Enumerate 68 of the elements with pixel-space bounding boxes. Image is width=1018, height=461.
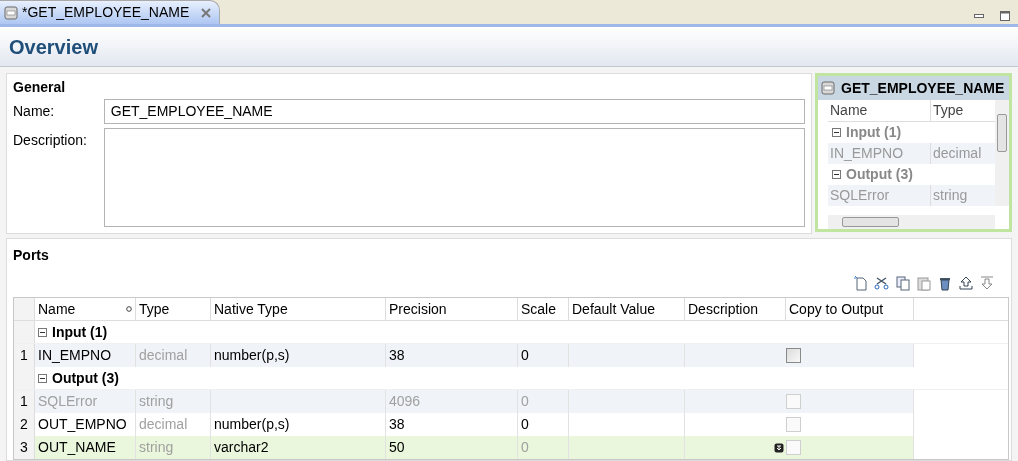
- table-cell-text: OUT_EMPNO: [38, 415, 127, 434]
- port-name: SQLError: [829, 186, 891, 205]
- paste-icon[interactable]: [916, 275, 932, 291]
- row-number: 1: [20, 346, 28, 365]
- dropdown-icon[interactable]: [774, 442, 784, 453]
- row-number: 1: [20, 392, 28, 411]
- table-cell-text: SQLError: [38, 392, 98, 411]
- collapse-icon[interactable]: [832, 170, 841, 179]
- table-cell-text: number(p,s): [214, 415, 290, 434]
- table-cell-text: 38: [389, 346, 405, 365]
- table-cell-text: 38: [389, 415, 405, 434]
- table-cell-text: varchar2: [214, 438, 269, 457]
- new-item-icon[interactable]: [853, 275, 869, 291]
- row-number: 2: [20, 415, 28, 434]
- close-icon[interactable]: [201, 7, 212, 18]
- table-cell-text: IN_EMPNO: [38, 346, 112, 365]
- collapse-icon[interactable]: [832, 128, 841, 137]
- table-cell-text: string: [139, 438, 174, 457]
- delete-icon[interactable]: [937, 275, 953, 291]
- column-header[interactable]: Type: [136, 298, 211, 320]
- table-cell-text: 0: [521, 415, 529, 434]
- column-header[interactable]: Precision: [386, 298, 518, 320]
- description-field[interactable]: [103, 128, 805, 227]
- section-heading: General: [13, 78, 67, 97]
- copy-icon[interactable]: [895, 275, 911, 291]
- move-up-icon[interactable]: [958, 275, 974, 291]
- name-field[interactable]: GET_EMPLOYEE_NAME: [103, 98, 805, 124]
- table-cell-text: OUT_NAME: [38, 438, 116, 457]
- row-number: 3: [20, 438, 28, 457]
- tab-title: *GET_EMPLOYEE_NAME: [22, 3, 190, 22]
- cut-icon[interactable]: [874, 275, 890, 291]
- column-header[interactable]: Native Type: [211, 298, 386, 320]
- column-header[interactable]: Default Value: [569, 298, 685, 320]
- field-label: Name:: [13, 101, 56, 121]
- column-header[interactable]: Name: [35, 298, 136, 320]
- editor-tab[interactable]: *GET_EMPLOYEE_NAME: [0, 0, 220, 24]
- table-cell-text: 0: [521, 392, 529, 411]
- port-row[interactable]: 1 IN_EMPNO decimal number(p,s) 38 0: [14, 344, 1008, 367]
- table-cell-text: string: [139, 392, 174, 411]
- port-row[interactable]: 3 OUT_NAME string varchar2 50 0: [14, 436, 1008, 459]
- checkbox[interactable]: [786, 348, 801, 363]
- group-label: Output (3): [846, 165, 913, 184]
- minimize-icon[interactable]: [974, 13, 984, 19]
- page-title: Overview: [9, 34, 98, 60]
- table-cell-text: 0: [521, 346, 529, 365]
- table-cell-text: decimal: [139, 415, 188, 434]
- collapse-icon[interactable]: [38, 327, 47, 337]
- table-cell-text: 0: [521, 438, 529, 457]
- table-cell-text: 50: [389, 438, 405, 457]
- horizontal-scrollbar[interactable]: [828, 215, 995, 229]
- table-cell-text: number(p,s): [214, 346, 290, 365]
- vertical-scrollbar[interactable]: [995, 100, 1009, 206]
- group-label: Input (1): [52, 322, 108, 342]
- field-label: Description:: [13, 131, 88, 150]
- column-header[interactable]: Name: [828, 100, 930, 121]
- column-header[interactable]: Copy to Output: [786, 298, 914, 320]
- maximize-icon[interactable]: [1000, 11, 1010, 21]
- table-cell-text: decimal: [139, 346, 188, 365]
- group-label: Output (3): [52, 368, 119, 388]
- column-header[interactable]: Scale: [518, 298, 569, 320]
- group-label: Input (1): [846, 123, 902, 142]
- column-header[interactable]: Description: [685, 298, 786, 320]
- collapse-icon[interactable]: [38, 373, 47, 383]
- move-down-icon[interactable]: [979, 275, 995, 291]
- port-name: IN_EMPNO: [829, 144, 905, 163]
- table-cell-text: 4096: [389, 392, 421, 411]
- preview-title: GET_EMPLOYEE_NAME: [841, 78, 1005, 98]
- section-heading: Ports: [13, 246, 50, 265]
